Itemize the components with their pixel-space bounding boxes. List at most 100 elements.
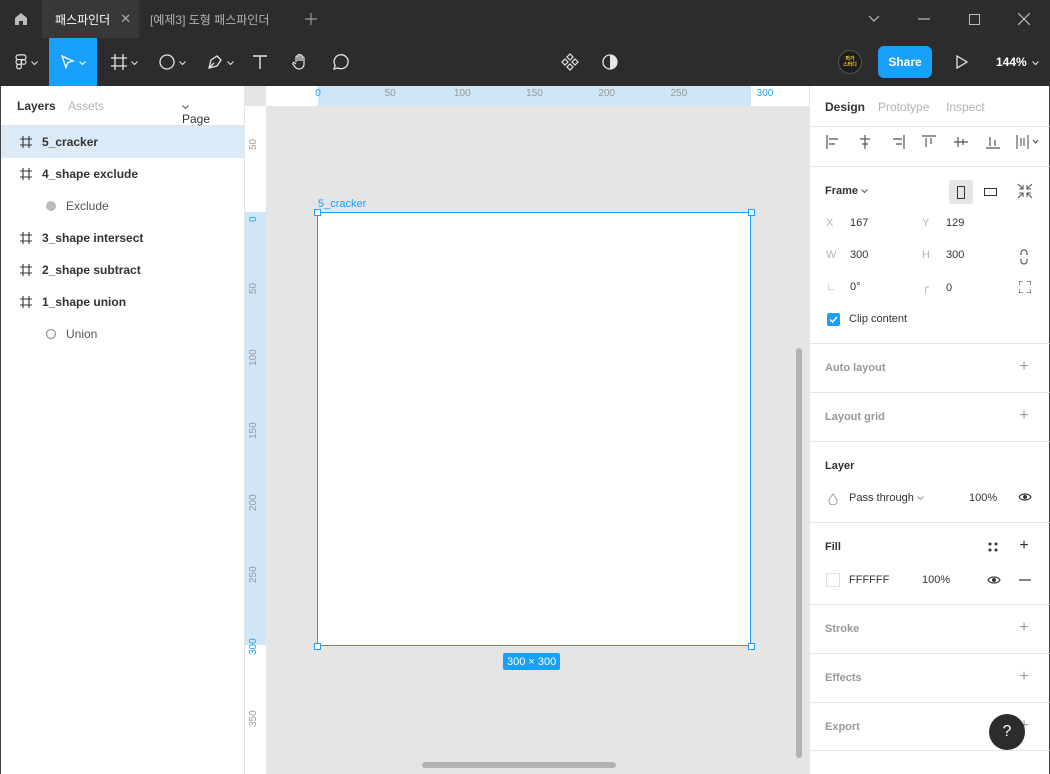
resize-to-fit-button[interactable]	[1017, 183, 1033, 202]
close-tab-icon[interactable]: ✕	[120, 11, 131, 27]
align-top-icon[interactable]	[922, 135, 936, 149]
corner-radius-field[interactable]: ╭ 0	[922, 281, 952, 294]
layer-name: 4_shape exclude	[42, 167, 139, 181]
zoom-dropdown[interactable]: 144%	[996, 38, 1039, 86]
fill-hex-value[interactable]: FFFFFF	[849, 574, 889, 586]
components-button[interactable]	[558, 38, 582, 86]
chevron-down-icon	[178, 55, 186, 69]
hand-icon	[292, 53, 305, 70]
present-button[interactable]	[950, 38, 974, 86]
chevron-down-icon	[30, 55, 38, 69]
maximize-icon[interactable]	[960, 0, 988, 38]
theme-toggle-button[interactable]	[598, 38, 622, 86]
style-grid-icon[interactable]	[987, 541, 999, 553]
chevron-down-icon	[861, 189, 868, 194]
layer-row[interactable]: 3_shape intersect	[1, 222, 245, 254]
canvas[interactable]: 0 50 100 150 200 250 300 50 0 50 100 150 200 250 300 3…	[245, 86, 809, 774]
clip-content-checkbox[interactable]	[827, 313, 840, 326]
w-label: W	[826, 249, 837, 261]
home-icon[interactable]	[0, 0, 42, 38]
shape-tool-button[interactable]	[152, 38, 192, 86]
share-button[interactable]: Share	[878, 46, 932, 78]
eye-icon[interactable]	[1018, 492, 1032, 502]
effects-title: Effects	[825, 672, 862, 684]
frame-5-cracker[interactable]	[317, 212, 751, 646]
layer-row[interactable]: Union	[1, 318, 245, 350]
tab-example3[interactable]: [예제3] 도형 패스파인더	[150, 0, 269, 38]
y-field[interactable]: Y 129	[922, 217, 964, 229]
portrait-orientation-button[interactable]	[949, 180, 973, 204]
layer-row[interactable]: Exclude	[1, 190, 245, 222]
resize-handle-tr[interactable]	[748, 209, 755, 216]
add-auto-layout-icon[interactable]: +	[1016, 358, 1032, 375]
frame-type-dropdown[interactable]: Frame	[825, 185, 868, 197]
landscape-orientation-button[interactable]	[978, 180, 1002, 204]
align-right-icon[interactable]	[891, 135, 905, 149]
layer-row[interactable]: 5_cracker	[1, 126, 245, 158]
resize-handle-bl[interactable]	[314, 643, 321, 650]
frame-tool-button[interactable]	[104, 38, 144, 86]
add-effect-icon[interactable]: +	[1016, 668, 1032, 685]
frame-name-label[interactable]: 5_cracker	[318, 198, 366, 210]
h-value: 300	[946, 249, 965, 261]
hand-tool-button[interactable]	[288, 38, 312, 86]
resize-handle-tl[interactable]	[314, 209, 321, 216]
layer-row[interactable]: 4_shape exclude	[1, 158, 245, 190]
layer-name: 1_shape union	[42, 295, 127, 309]
ruler-tick-label: 300	[248, 638, 259, 655]
independent-corners-icon[interactable]	[1019, 281, 1031, 293]
fill-opacity-value[interactable]: 100%	[922, 574, 950, 586]
distribute-icon[interactable]	[1016, 135, 1040, 149]
figma-menu-button[interactable]	[6, 38, 46, 86]
tab-label: [예제3] 도형 패스파인더	[150, 12, 270, 27]
tab-layers[interactable]: Layers	[17, 99, 56, 113]
component-icon	[561, 53, 579, 71]
align-left-icon[interactable]	[826, 135, 840, 149]
align-horizontal-center-icon[interactable]	[858, 135, 872, 149]
fill-color-swatch[interactable]	[826, 573, 840, 587]
toolbar: 퍼가 스터디 Share 144%	[0, 38, 1050, 86]
tab-design[interactable]: Design	[825, 100, 865, 114]
pen-tool-button[interactable]	[200, 38, 240, 86]
move-tool-button[interactable]	[49, 38, 97, 86]
stroke-section: Stroke +	[810, 604, 1050, 653]
tab-assets[interactable]: Assets	[68, 99, 104, 113]
tab-inspect[interactable]: Inspect	[946, 100, 985, 114]
tab-label: 패스파인더	[55, 12, 111, 27]
layer-opacity-value[interactable]: 100%	[969, 492, 997, 504]
rotation-field[interactable]: ∟ 0°	[826, 281, 861, 293]
close-window-icon[interactable]	[1010, 0, 1038, 38]
align-bottom-icon[interactable]	[986, 135, 1000, 149]
minus-icon[interactable]	[1019, 579, 1031, 581]
page-selector[interactable]: Page 1	[182, 99, 210, 140]
minimize-icon[interactable]	[910, 0, 938, 38]
height-field[interactable]: H 300	[922, 249, 964, 261]
layer-name: 3_shape intersect	[42, 231, 144, 245]
new-tab-icon[interactable]	[300, 0, 322, 38]
layer-row[interactable]: 1_shape union	[1, 286, 245, 318]
avatar[interactable]: 퍼가 스터디	[838, 50, 862, 74]
blend-mode-dropdown[interactable]: Pass through	[849, 492, 924, 504]
x-field[interactable]: X 167	[826, 217, 868, 229]
comment-tool-button[interactable]	[328, 38, 352, 86]
tab-prototype[interactable]: Prototype	[878, 100, 929, 114]
constrain-proportions-icon[interactable]	[1018, 249, 1030, 265]
add-stroke-icon[interactable]: +	[1016, 619, 1032, 636]
add-layout-grid-icon[interactable]: +	[1016, 407, 1032, 424]
layer-row[interactable]: 2_shape subtract	[1, 254, 245, 286]
vertical-scrollbar[interactable]	[796, 348, 802, 758]
size-badge: 300 × 300	[503, 653, 561, 670]
align-vertical-center-icon[interactable]	[954, 135, 968, 149]
ruler-tick-label: 0	[315, 88, 321, 99]
chevron-down-icon	[1031, 55, 1039, 69]
layer-name: Union	[66, 327, 98, 341]
add-fill-icon[interactable]: +	[1016, 537, 1032, 554]
width-field[interactable]: W 300	[826, 249, 868, 261]
eye-icon[interactable]	[987, 575, 1001, 585]
horizontal-scrollbar[interactable]	[422, 762, 616, 768]
resize-handle-br[interactable]	[748, 643, 755, 650]
chevron-down-icon[interactable]	[862, 0, 886, 38]
help-button[interactable]: ?	[989, 714, 1025, 750]
tab-pathfinder[interactable]: 패스파인더 ✕	[42, 0, 139, 38]
text-tool-button[interactable]	[248, 38, 272, 86]
